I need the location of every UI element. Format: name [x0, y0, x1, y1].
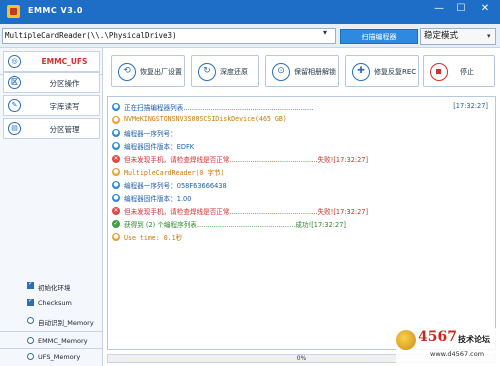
info-icon: ● — [112, 194, 120, 202]
info-icon: ● — [112, 103, 120, 111]
log-line: ● 编程器一序列号：058F63666438 — [112, 180, 492, 191]
info-icon: ● — [112, 142, 120, 150]
watermark-number: 4567 — [418, 329, 457, 345]
stop-button[interactable]: 停止 — [423, 55, 495, 87]
action-toolbar: ⟲ 恢复出厂设置 ↻ 深度还原 ⊙ 保留相册解锁 ✚ 修复反复REC 停止 — [109, 55, 500, 91]
stop-icon — [430, 63, 448, 81]
keep-photos-unlock-button[interactable]: ⊙ 保留相册解锁 — [265, 55, 339, 87]
log-text: 编程器固件版本：1.00 — [124, 195, 192, 203]
factory-reset-button[interactable]: ⟲ 恢复出厂设置 — [111, 55, 185, 87]
log-text: Use time: 0.1秒 — [124, 234, 183, 242]
mode-select[interactable]: 稳定模式 — [420, 28, 496, 45]
log-line: ● Use time: 0.1秒 — [112, 232, 492, 243]
ufs-memory-radio[interactable] — [27, 353, 34, 360]
button-label: 停止 — [460, 68, 474, 76]
info-icon: ● — [112, 168, 120, 176]
scan-programmer-button[interactable]: 扫描编程器 — [340, 29, 418, 44]
button-label: 深度还原 — [220, 68, 248, 76]
info-icon: ● — [112, 116, 120, 124]
app-logo-icon — [7, 5, 20, 18]
log-text: 正在扫描编程器列表...............................… — [124, 104, 314, 112]
log-text: 编程器固件版本：EDFK — [124, 143, 195, 151]
pen-icon: ✎ — [8, 99, 21, 112]
log-panel[interactable]: ● 正在扫描编程器列表.............................… — [107, 96, 496, 350]
title-bar: EMMC V3.0 — ☐ ✕ — [0, 0, 500, 24]
sidebar: ◎ EMMC_UFS 区 分区操作 ✎ 字库读写 ▤ 分区管理 初始化环境 Ch… — [0, 48, 103, 366]
chevron-down-icon[interactable]: ▾ — [323, 28, 327, 37]
log-line: ● 编程器一序列号： — [112, 128, 492, 139]
log-text: 获得到 (2) 个编程序列表..........................… — [124, 221, 346, 229]
restore-icon: ⟲ — [118, 63, 136, 81]
sidebar-item-emmc-ufs[interactable]: ◎ EMMC_UFS — [3, 51, 100, 72]
log-text: NVMeKINGSTONSNV3S00SCSIDiskDevice(465 GB… — [124, 115, 287, 123]
partition-icon: 区 — [8, 76, 21, 89]
button-label: 恢复出厂设置 — [140, 68, 182, 76]
log-line: ✓ 获得到 (2) 个编程序列表........................… — [112, 219, 492, 230]
log-text: 编程器一序列号：058F63666438 — [124, 182, 227, 190]
log-line: ✕ 但未发现手机，请检查焊线是否正常......................… — [112, 206, 492, 217]
device-path-select[interactable]: MultipleCardReader(\\.\PhysicalDrive3) — [2, 28, 336, 44]
error-icon: ✕ — [112, 155, 120, 163]
option-label: 自动识别_Memory — [38, 319, 94, 327]
sidebar-item-label: 字库读写 — [49, 102, 80, 111]
unlock-icon: ⊙ — [272, 63, 290, 81]
sidebar-item-partition-mgmt[interactable]: ▤ 分区管理 — [3, 118, 100, 139]
site-watermark: 4567 技术论坛 www.d4567.com — [396, 328, 500, 366]
option-label: 初始化环境 — [38, 284, 71, 292]
emmc-memory-radio[interactable] — [27, 337, 34, 344]
chevron-down-icon[interactable]: ▾ — [487, 32, 491, 40]
sidebar-item-partition-ops[interactable]: 区 分区操作 — [3, 72, 100, 93]
log-line: ● 编程器固件版本：EDFK — [112, 141, 492, 152]
window-title: EMMC V3.0 — [28, 6, 83, 15]
close-icon[interactable]: ✕ — [474, 0, 496, 20]
maximize-icon[interactable]: ☐ — [450, 0, 472, 20]
log-line: ● NVMeKINGSTONSNV3S00SCSIDiskDevice(465 … — [112, 115, 492, 126]
watermark-logo-icon — [396, 330, 416, 350]
option-label: UFS_Memory — [38, 353, 81, 361]
button-label: 修复反复REC — [374, 68, 417, 76]
watermark-name: 技术论坛 — [458, 335, 490, 344]
chip-icon: ◎ — [8, 55, 21, 68]
sidebar-item-font-rw[interactable]: ✎ 字库读写 — [3, 95, 100, 116]
device-bar: MultipleCardReader(\\.\PhysicalDrive3) ▾… — [0, 24, 500, 48]
option-label: EMMC_Memory — [38, 337, 88, 345]
repair-rec-button[interactable]: ✚ 修复反复REC — [345, 55, 419, 87]
log-line: ● 编程器固件版本：1.00 — [112, 193, 492, 204]
checksum-checkbox[interactable] — [27, 297, 34, 306]
init-env-checkbox[interactable] — [27, 280, 34, 289]
deep-restore-button[interactable]: ↻ 深度还原 — [191, 55, 259, 87]
minimize-icon[interactable]: — — [428, 0, 450, 20]
info-icon: ● — [112, 129, 120, 137]
log-line: ✕ 但未发现手机，请检查焊线是否正常......................… — [112, 154, 492, 165]
log-text: MultipleCardReader(0 字节) — [124, 169, 225, 177]
sidebar-item-label: 分区管理 — [49, 125, 80, 134]
success-icon: ✓ — [112, 220, 120, 228]
info-icon: ● — [112, 233, 120, 241]
sidebar-item-label: 分区操作 — [49, 79, 80, 88]
log-text: 但未发现手机，请检查焊线是否正常........................… — [124, 208, 369, 216]
log-text: 但未发现手机，请检查焊线是否正常........................… — [124, 156, 369, 164]
option-label: Checksum — [38, 299, 72, 307]
refresh-icon: ↻ — [198, 63, 216, 81]
auto-detect-memory-radio[interactable] — [27, 317, 34, 324]
list-icon: ▤ — [8, 122, 21, 135]
sidebar-item-label: EMMC_UFS — [41, 57, 88, 66]
button-label: 保留相册解锁 — [294, 68, 336, 76]
watermark-url: www.d4567.com — [430, 350, 485, 358]
error-icon: ✕ — [112, 207, 120, 215]
divider — [0, 348, 103, 349]
log-line: ● MultipleCardReader(0 字节) — [112, 167, 492, 178]
log-line: ● 正在扫描编程器列表.............................… — [112, 102, 492, 113]
repair-icon: ✚ — [352, 63, 370, 81]
divider — [0, 331, 103, 332]
log-text: 编程器一序列号： — [124, 130, 177, 138]
info-icon: ● — [112, 181, 120, 189]
log-time: [17:32:27] — [453, 102, 488, 110]
